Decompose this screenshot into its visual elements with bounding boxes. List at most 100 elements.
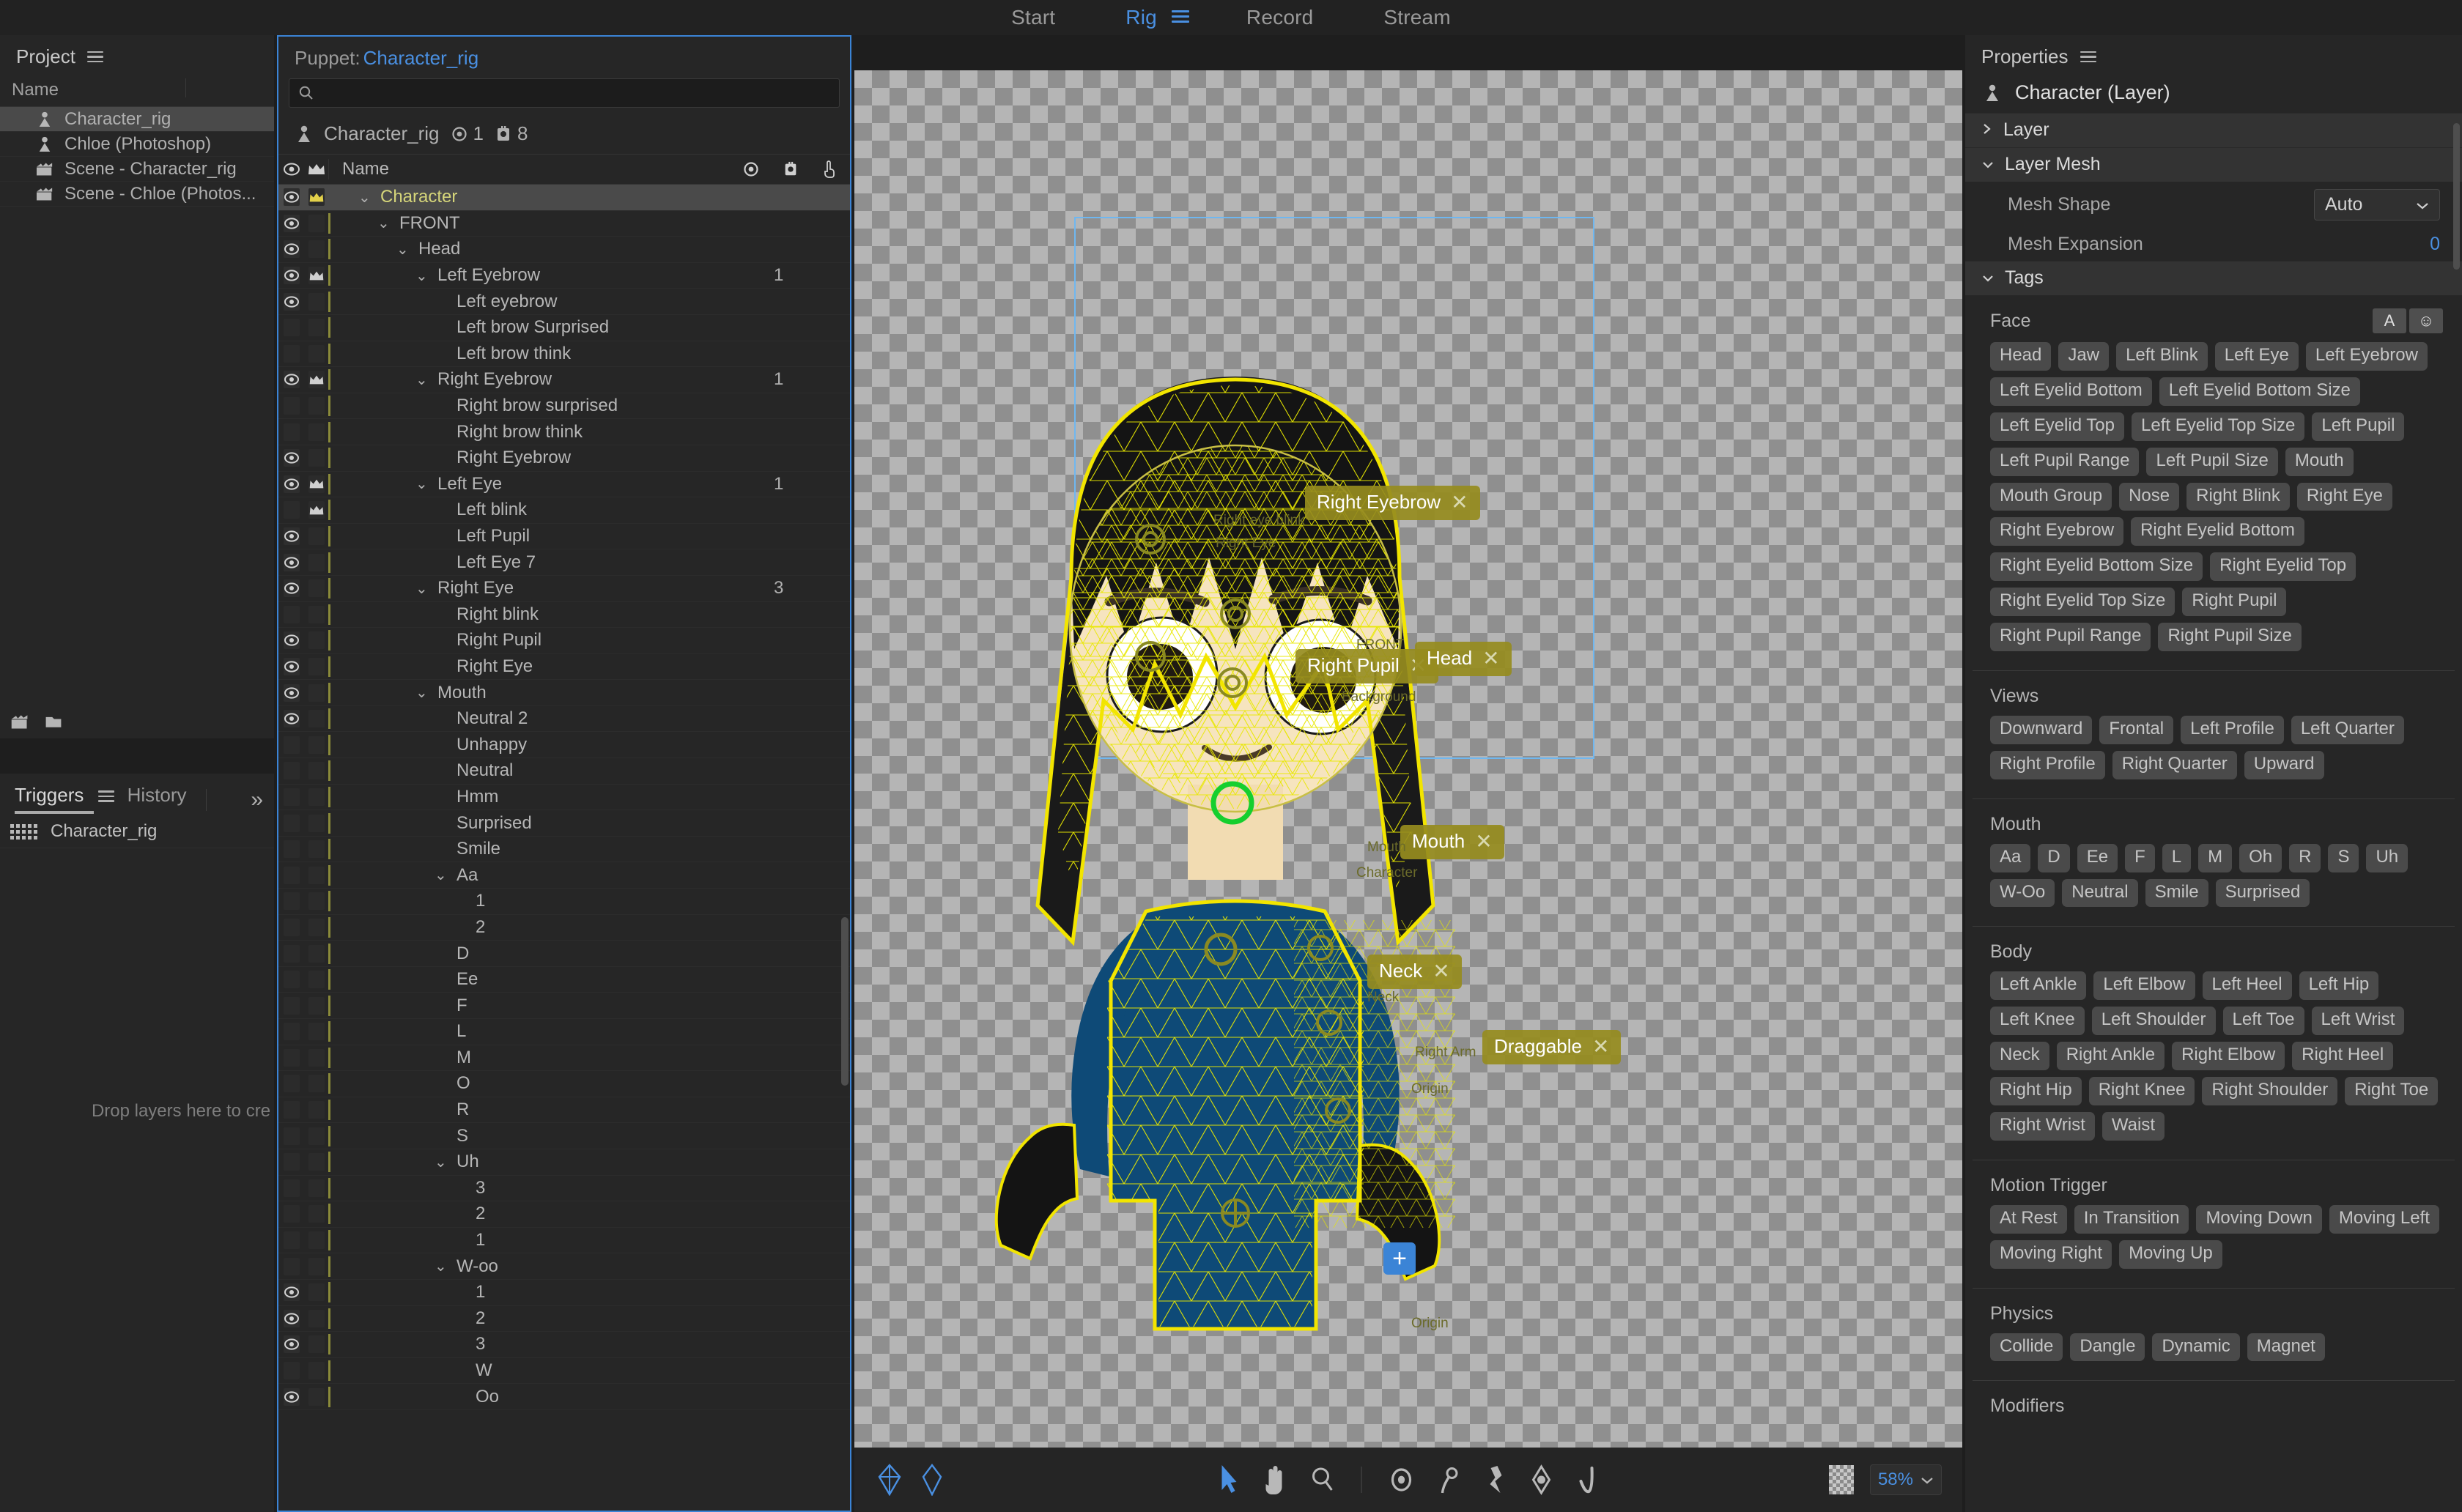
- tag-chip-physics[interactable]: Dynamic: [2152, 1333, 2239, 1362]
- layer-crown-toggle[interactable]: [305, 345, 328, 363]
- layer-visibility-toggle[interactable]: [278, 997, 305, 1015]
- tag-chip-mouth[interactable]: R: [2289, 844, 2321, 872]
- layer-row[interactable]: 3: [278, 1176, 850, 1202]
- layer-crown-toggle[interactable]: [305, 762, 328, 779]
- layer-row[interactable]: W: [278, 1358, 850, 1385]
- layer-row[interactable]: ⌄W-oo: [278, 1253, 850, 1280]
- tag-chip-face[interactable]: Head: [1990, 342, 2051, 371]
- layer-row[interactable]: 1: [278, 1280, 850, 1306]
- tag-chip-face[interactable]: Right Eyelid Top Size: [1990, 588, 2175, 616]
- triggers-panel-menu-icon[interactable]: [98, 788, 114, 805]
- layer-crown-toggle[interactable]: [305, 867, 328, 884]
- layer-crown-toggle[interactable]: [305, 1101, 328, 1119]
- layer-row[interactable]: ⌄Right Eye3: [278, 576, 850, 602]
- section-tags[interactable]: Tags: [1965, 261, 2462, 295]
- chevron-down-icon[interactable]: ⌄: [396, 240, 411, 259]
- layer-visibility-toggle[interactable]: [278, 684, 305, 702]
- workspace-tab-rig[interactable]: Rig: [1090, 6, 1164, 29]
- mesh-icon[interactable]: [875, 1463, 904, 1497]
- layer-visibility-toggle[interactable]: [278, 345, 305, 363]
- tag-chip-body[interactable]: Left Knee: [1990, 1007, 2085, 1035]
- new-folder-icon[interactable]: [44, 712, 63, 731]
- pin-label[interactable]: Head✕: [1415, 642, 1512, 676]
- tab-history[interactable]: History: [127, 784, 187, 815]
- layer-visibility-toggle[interactable]: [278, 631, 305, 649]
- tag-chip-views[interactable]: Upward: [2244, 751, 2324, 779]
- tag-chip-motion-trigger[interactable]: Moving Down: [2196, 1205, 2321, 1234]
- layer-row[interactable]: ⌄Left Eyebrow1: [278, 263, 850, 289]
- layer-visibility-toggle[interactable]: [278, 319, 305, 336]
- layer-row[interactable]: Ee: [278, 967, 850, 993]
- layer-visibility-toggle[interactable]: [278, 710, 305, 727]
- tag-chip-physics[interactable]: Magnet: [2247, 1333, 2325, 1362]
- wand-icon[interactable]: [1575, 1463, 1601, 1497]
- tag-chip-face[interactable]: Mouth: [2285, 448, 2354, 476]
- close-icon[interactable]: ✕: [1433, 961, 1449, 982]
- layer-visibility-toggle[interactable]: [278, 1179, 305, 1197]
- tag-chip-body[interactable]: Right Toe: [2345, 1077, 2438, 1105]
- layer-visibility-toggle[interactable]: [278, 293, 305, 311]
- layer-visibility-toggle[interactable]: [278, 475, 305, 493]
- properties-scrollbar[interactable]: [2453, 123, 2460, 270]
- layer-row[interactable]: Left blink: [278, 497, 850, 524]
- tag-chip-face[interactable]: Left Eyebrow: [2306, 342, 2428, 371]
- tag-chip-mouth[interactable]: Smile: [2145, 879, 2208, 908]
- layer-visibility-toggle[interactable]: [278, 554, 305, 571]
- layer-row[interactable]: ⌄Head: [278, 237, 850, 263]
- layer-visibility-toggle[interactable]: [278, 1258, 305, 1275]
- layer-crown-toggle[interactable]: [305, 1049, 328, 1067]
- layer-crown-toggle[interactable]: [305, 319, 328, 336]
- layer-crown-toggle[interactable]: [305, 1283, 328, 1301]
- tab-triggers[interactable]: Triggers: [15, 784, 114, 815]
- tag-chip-face[interactable]: Right Pupil Range: [1990, 623, 2151, 651]
- layer-visibility-toggle[interactable]: [278, 867, 305, 884]
- tag-chip-body[interactable]: Right Shoulder: [2202, 1077, 2337, 1105]
- layer-row[interactable]: Right Pupil: [278, 628, 850, 654]
- layer-crown-toggle[interactable]: [305, 579, 328, 597]
- tag-chip-motion-trigger[interactable]: In Transition: [2074, 1205, 2189, 1234]
- layer-visibility-toggle[interactable]: [278, 736, 305, 754]
- layer-crown-toggle[interactable]: [305, 1075, 328, 1092]
- layer-visibility-toggle[interactable]: [278, 1049, 305, 1067]
- tag-chip-face[interactable]: Left Eyelid Top Size: [2132, 412, 2304, 441]
- tag-chip-motion-trigger[interactable]: Moving Up: [2119, 1240, 2222, 1269]
- close-icon[interactable]: ✕: [1451, 492, 1468, 513]
- dangle-icon[interactable]: [1435, 1463, 1463, 1497]
- layer-row[interactable]: Right brow surprised: [278, 393, 850, 420]
- tag-chip-body[interactable]: Right Heel: [2292, 1042, 2393, 1070]
- puppet-canvas[interactable]: Right Eyebrow✕Right Pupil✕Head✕Mouth✕Nec…: [854, 70, 1962, 1448]
- tag-chip-mouth[interactable]: Oh: [2239, 844, 2282, 872]
- section-layer[interactable]: Layer: [1965, 113, 2462, 147]
- layer-crown-toggle[interactable]: [305, 1258, 328, 1275]
- mesh-expansion-value[interactable]: 0: [2430, 234, 2440, 255]
- tag-chip-body[interactable]: Neck: [1990, 1042, 2049, 1070]
- overflow-chevron-icon[interactable]: »: [251, 788, 261, 812]
- tag-chip-face[interactable]: Right Pupil: [2182, 588, 2286, 616]
- layer-row[interactable]: Smile: [278, 837, 850, 863]
- tag-chip-mouth[interactable]: D: [2038, 844, 2069, 872]
- layer-row[interactable]: Right Eyebrow: [278, 445, 850, 472]
- layer-crown-toggle[interactable]: [305, 945, 328, 963]
- layer-crown-toggle[interactable]: [305, 710, 328, 727]
- layer-crown-toggle[interactable]: [305, 815, 328, 832]
- layer-row[interactable]: Right Eye: [278, 654, 850, 681]
- layer-visibility-toggle[interactable]: [278, 371, 305, 388]
- layer-row[interactable]: 1: [278, 1228, 850, 1254]
- tag-chip-mouth[interactable]: Neutral: [2062, 879, 2137, 908]
- layer-crown-toggle[interactable]: [305, 997, 328, 1015]
- layer-visibility-toggle[interactable]: [278, 1231, 305, 1249]
- layer-row[interactable]: Left Pupil: [278, 524, 850, 550]
- tag-chip-body[interactable]: Left Ankle: [1990, 971, 2086, 1000]
- pin-icon[interactable]: [1387, 1463, 1416, 1497]
- layer-row[interactable]: 1: [278, 889, 850, 915]
- pin-label[interactable]: Right Eyebrow✕: [1305, 486, 1480, 520]
- project-item[interactable]: Scene - Chloe (Photos...: [0, 182, 274, 207]
- transparency-grid-icon[interactable]: [1829, 1465, 1854, 1494]
- workspace-tab-stream[interactable]: Stream: [1348, 6, 1485, 29]
- tag-chip-body[interactable]: Right Ankle: [2057, 1042, 2165, 1070]
- pin-label[interactable]: Mouth✕: [1400, 825, 1504, 859]
- trigger-list-item[interactable]: Character_rig: [0, 815, 274, 848]
- layer-crown-toggle[interactable]: [305, 527, 328, 545]
- tag-chip-face[interactable]: Right Eyelid Bottom: [2131, 517, 2304, 546]
- layer-row[interactable]: Right blink: [278, 602, 850, 629]
